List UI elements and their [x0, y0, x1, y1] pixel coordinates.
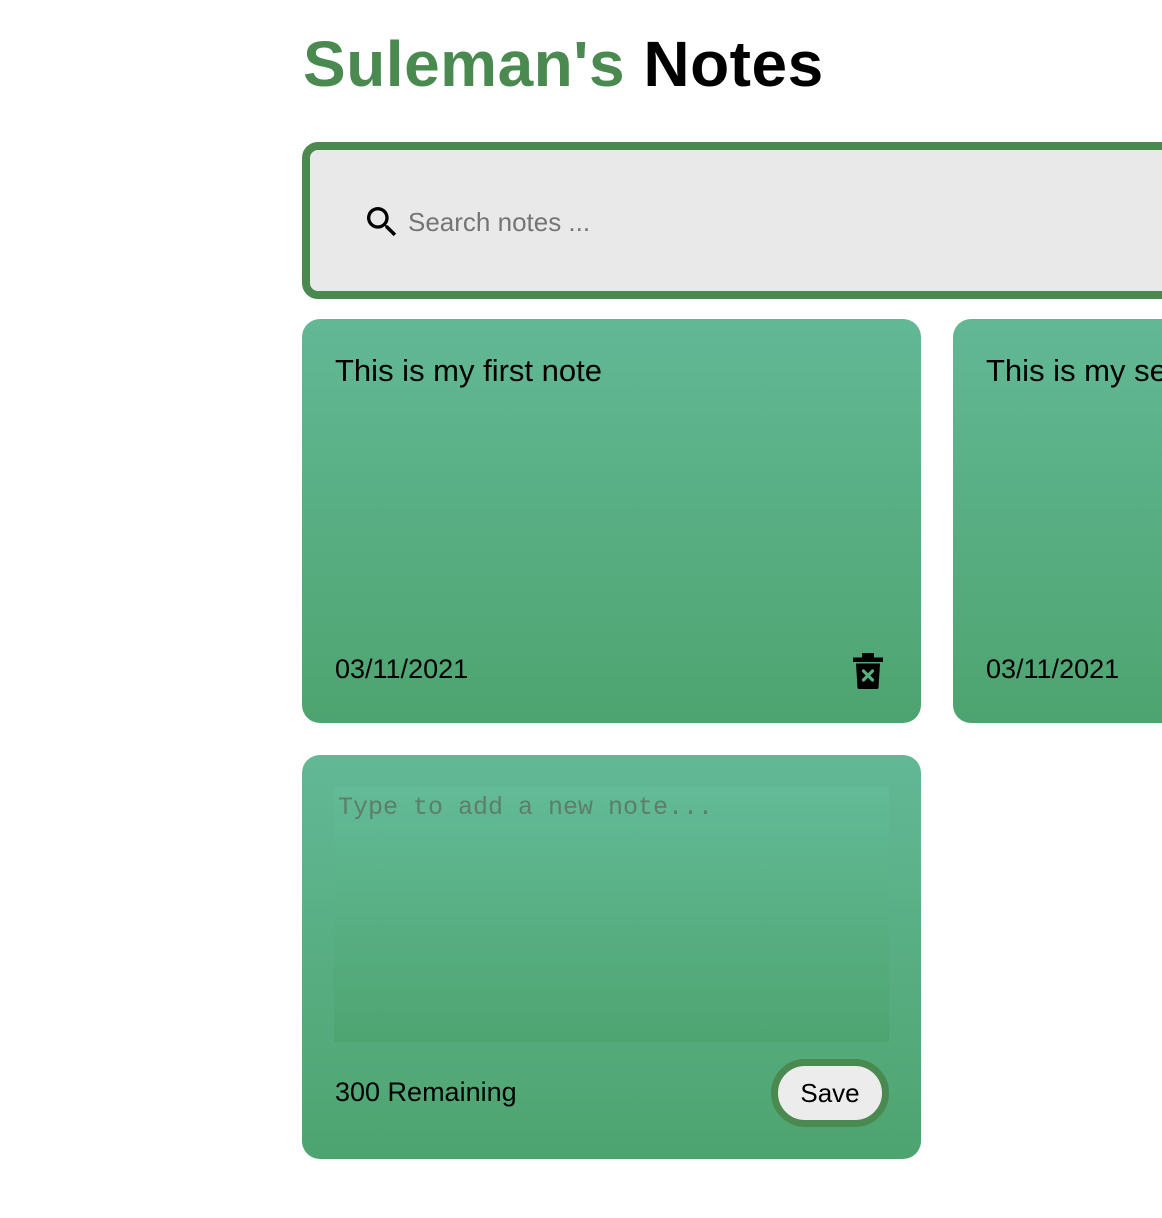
page-title-name: Suleman's — [303, 28, 626, 100]
notes-app: Suleman's Notes This is my first note 03… — [0, 0, 1162, 1218]
note-date: 03/11/2021 — [986, 654, 1120, 684]
note-text: This is my first note — [335, 353, 602, 388]
page-title-notes: Notes — [643, 28, 824, 100]
note-card: This is my first note 03/11/2021 — [302, 319, 921, 723]
characters-remaining: 300 Remaining — [335, 1077, 517, 1107]
note-date: 03/11/2021 — [335, 654, 469, 684]
new-note-card: 300 Remaining Save — [302, 755, 921, 1159]
new-note-textarea[interactable] — [334, 787, 889, 1042]
search-input[interactable] — [406, 198, 1110, 246]
search-icon — [367, 207, 397, 237]
note-text: This is my second note — [986, 353, 1162, 388]
trash-icon[interactable] — [853, 653, 883, 689]
page-title: Suleman's Notes — [303, 22, 824, 106]
search-bar — [302, 142, 1162, 299]
note-card: This is my second note 03/11/2021 — [953, 319, 1162, 723]
save-button[interactable]: Save — [771, 1059, 889, 1127]
